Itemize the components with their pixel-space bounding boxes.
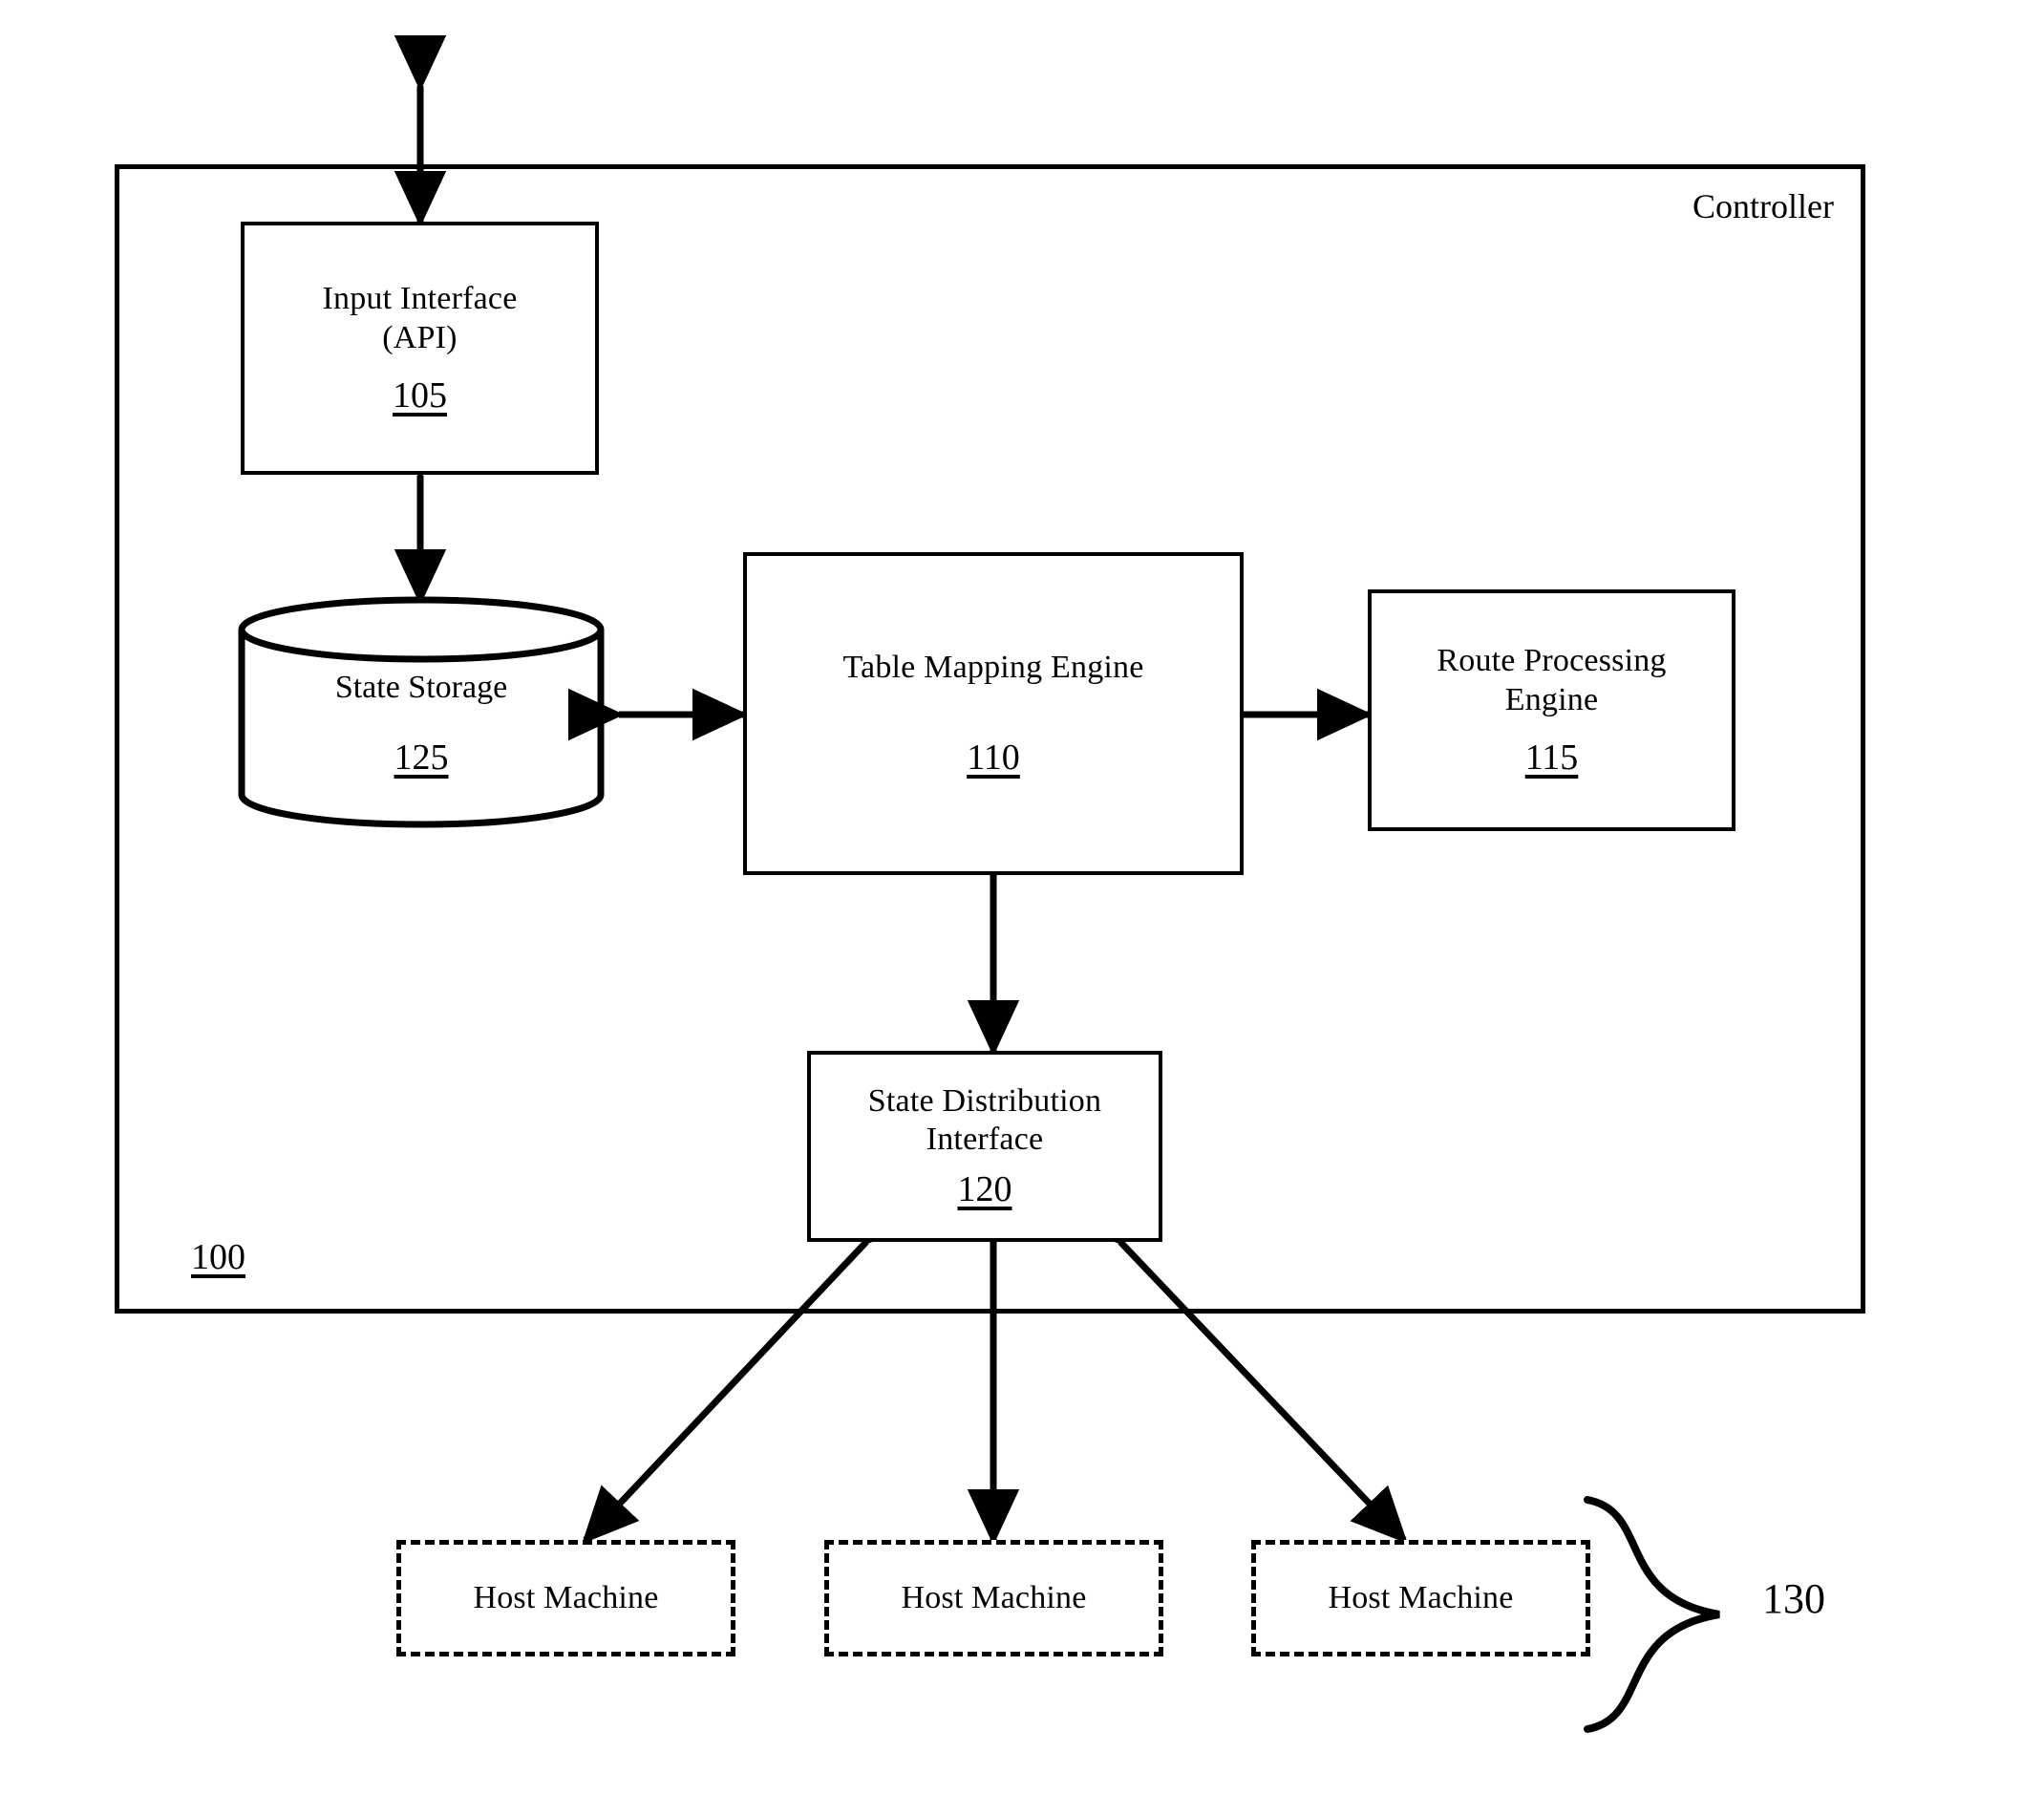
node-host-machine-2[interactable]: Host Machine — [824, 1540, 1163, 1656]
node-state-storage-refnum: 125 — [394, 737, 449, 778]
node-table-mapping-engine-refnum: 110 — [967, 737, 1020, 779]
node-host-machine-1-label: Host Machine — [473, 1579, 659, 1615]
node-table-mapping-engine[interactable]: Table Mapping Engine 110 — [743, 552, 1244, 875]
controller-refnum: 100 — [191, 1237, 245, 1277]
node-input-interface-title: Input Interface (API) — [322, 281, 518, 355]
node-host-machine-2-label: Host Machine — [901, 1579, 1087, 1615]
node-host-machine-3[interactable]: Host Machine — [1251, 1540, 1590, 1656]
host-machines-group-brace — [1584, 1496, 1720, 1733]
node-input-interface-refnum: 105 — [393, 374, 447, 416]
node-state-distribution-interface[interactable]: State Distribution Interface 120 — [807, 1051, 1162, 1242]
figure-canvas: Controller 100 Input Interface (API) 105… — [0, 0, 2044, 1795]
node-state-distribution-interface-title: State Distribution Interface — [867, 1082, 1102, 1157]
node-state-distribution-interface-refnum: 120 — [957, 1169, 1012, 1210]
node-route-processing-engine-refnum: 115 — [1524, 737, 1579, 778]
node-input-interface[interactable]: Input Interface (API) 105 — [241, 222, 599, 475]
host-machines-group-refnum: 130 — [1762, 1575, 1825, 1622]
cylinder-shape — [238, 596, 605, 828]
node-state-storage-title: State Storage — [334, 670, 508, 705]
node-host-machine-1[interactable]: Host Machine — [396, 1540, 735, 1656]
controller-label: Controller — [1693, 187, 1834, 225]
node-table-mapping-engine-title: Table Mapping Engine — [842, 649, 1144, 685]
node-route-processing-engine[interactable]: Route Processing Engine 115 — [1368, 589, 1735, 831]
node-host-machine-3-label: Host Machine — [1328, 1579, 1514, 1615]
node-route-processing-engine-title: Route Processing Engine — [1437, 643, 1667, 717]
node-state-storage[interactable]: State Storage 125 — [237, 595, 606, 829]
